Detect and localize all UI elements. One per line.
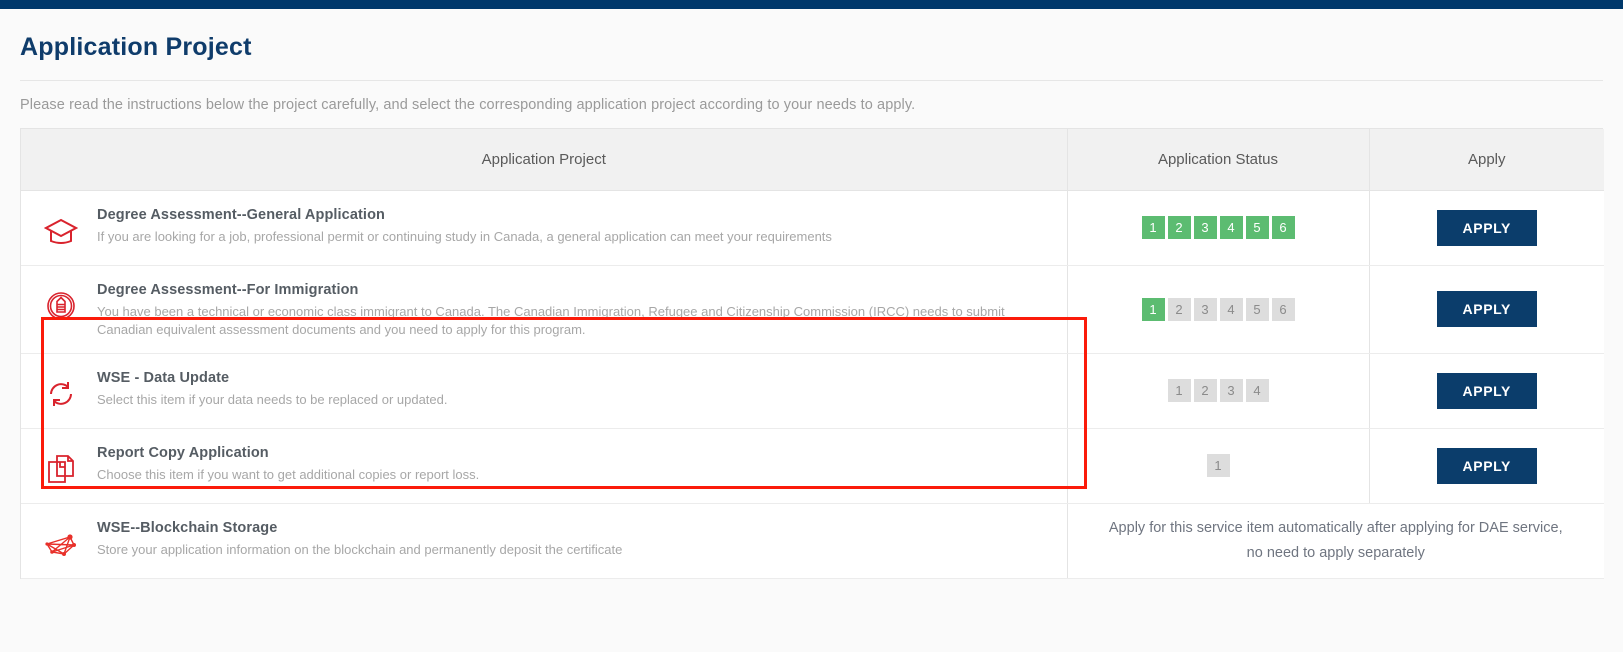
status-step: 1 [1206,454,1230,477]
page-intro-text: Please read the instructions below the p… [20,97,916,113]
application-table: Application Project Application Status A… [21,129,1604,579]
page-container: Application Project Please read the inst… [0,9,1623,652]
apply-cell: APPLY [1369,353,1604,429]
table-row[interactable]: Degree Assessment--General Application I… [21,190,1604,266]
status-step: 1 [1141,297,1165,321]
project-title: WSE - Data Update [97,369,230,386]
copy-documents-icon [41,449,81,489]
status-step: 2 [1193,379,1217,402]
graduation-cap-icon [41,211,81,251]
status-step: 1 [1141,216,1165,239]
status-cell: 1 [1067,428,1370,504]
project-title: Report Copy Application [97,444,269,461]
status-step-group: 1 2 3 4 5 6 [1141,297,1295,321]
column-header-status: Application Status [1067,129,1370,191]
status-step: 5 [1245,297,1269,321]
project-description: Choose this item if you want to get addi… [97,466,480,482]
project-title: WSE--Blockchain Storage [97,519,278,536]
status-step-group: 1 2 3 4 5 6 [1141,216,1295,239]
refresh-sync-icon [41,374,81,414]
official-seal-icon [41,286,81,326]
status-step: 4 [1219,216,1243,239]
table-row[interactable]: Report Copy Application Choose this item… [21,428,1604,504]
project-cell: Degree Assessment--General Application I… [21,190,1068,266]
status-step: 4 [1219,297,1243,321]
page-title: Application Project [20,33,252,61]
apply-cell: APPLY [1369,428,1604,504]
table-row[interactable]: WSE - Data Update Select this item if yo… [21,353,1604,429]
status-step: 4 [1245,379,1269,402]
status-step: 6 [1271,297,1295,321]
status-cell: 1 2 3 4 5 6 [1067,265,1370,354]
project-description: If you are looking for a job, profession… [97,228,832,244]
apply-cell: APPLY [1369,190,1604,266]
application-table-wrapper: Application Project Application Status A… [20,128,1604,579]
status-step-group: 1 [1206,454,1230,477]
status-step: 1 [1167,379,1191,402]
project-description: Select this item if your data needs to b… [97,391,448,407]
status-step: 3 [1193,297,1217,321]
top-accent-bar [0,0,1623,9]
project-cell: WSE - Data Update Select this item if yo… [21,353,1068,429]
project-title: Degree Assessment--For Immigration [97,281,359,298]
table-row[interactable]: WSE--Blockchain Storage Store your appli… [21,503,1604,579]
status-step: 2 [1167,216,1191,239]
table-row[interactable]: Degree Assessment--For Immigration You h… [21,265,1604,354]
project-title: Degree Assessment--General Application [97,206,385,223]
table-header-row: Application Project Application Status A… [21,129,1604,191]
project-cell: Degree Assessment--For Immigration You h… [21,265,1068,354]
status-cell: 1 2 3 4 5 6 [1067,190,1370,266]
column-header-apply: Apply [1369,129,1604,191]
status-step: 3 [1193,216,1217,239]
project-cell: Report Copy Application Choose this item… [21,428,1068,504]
project-cell: WSE--Blockchain Storage Store your appli… [21,503,1068,579]
status-cell: 1 2 3 4 [1067,353,1370,429]
blockchain-network-icon [41,524,81,564]
apply-button[interactable]: APPLY [1436,291,1537,327]
status-step: 5 [1245,216,1269,239]
status-step: 3 [1219,379,1243,402]
status-step: 2 [1167,297,1191,321]
table-body: Degree Assessment--General Application I… [21,190,1604,579]
column-header-project: Application Project [21,129,1068,191]
apply-button[interactable]: APPLY [1436,447,1537,484]
status-step: 6 [1271,216,1295,239]
project-description: You have been a technical or economic cl… [97,303,1005,337]
apply-cell: APPLY [1369,265,1604,354]
auto-apply-note: Apply for this service item automaticall… [1067,503,1604,579]
apply-button[interactable]: APPLY [1436,372,1537,409]
status-step-group: 1 2 3 4 [1167,379,1269,402]
project-description: Store your application information on th… [97,541,623,557]
apply-button[interactable]: APPLY [1436,209,1537,246]
